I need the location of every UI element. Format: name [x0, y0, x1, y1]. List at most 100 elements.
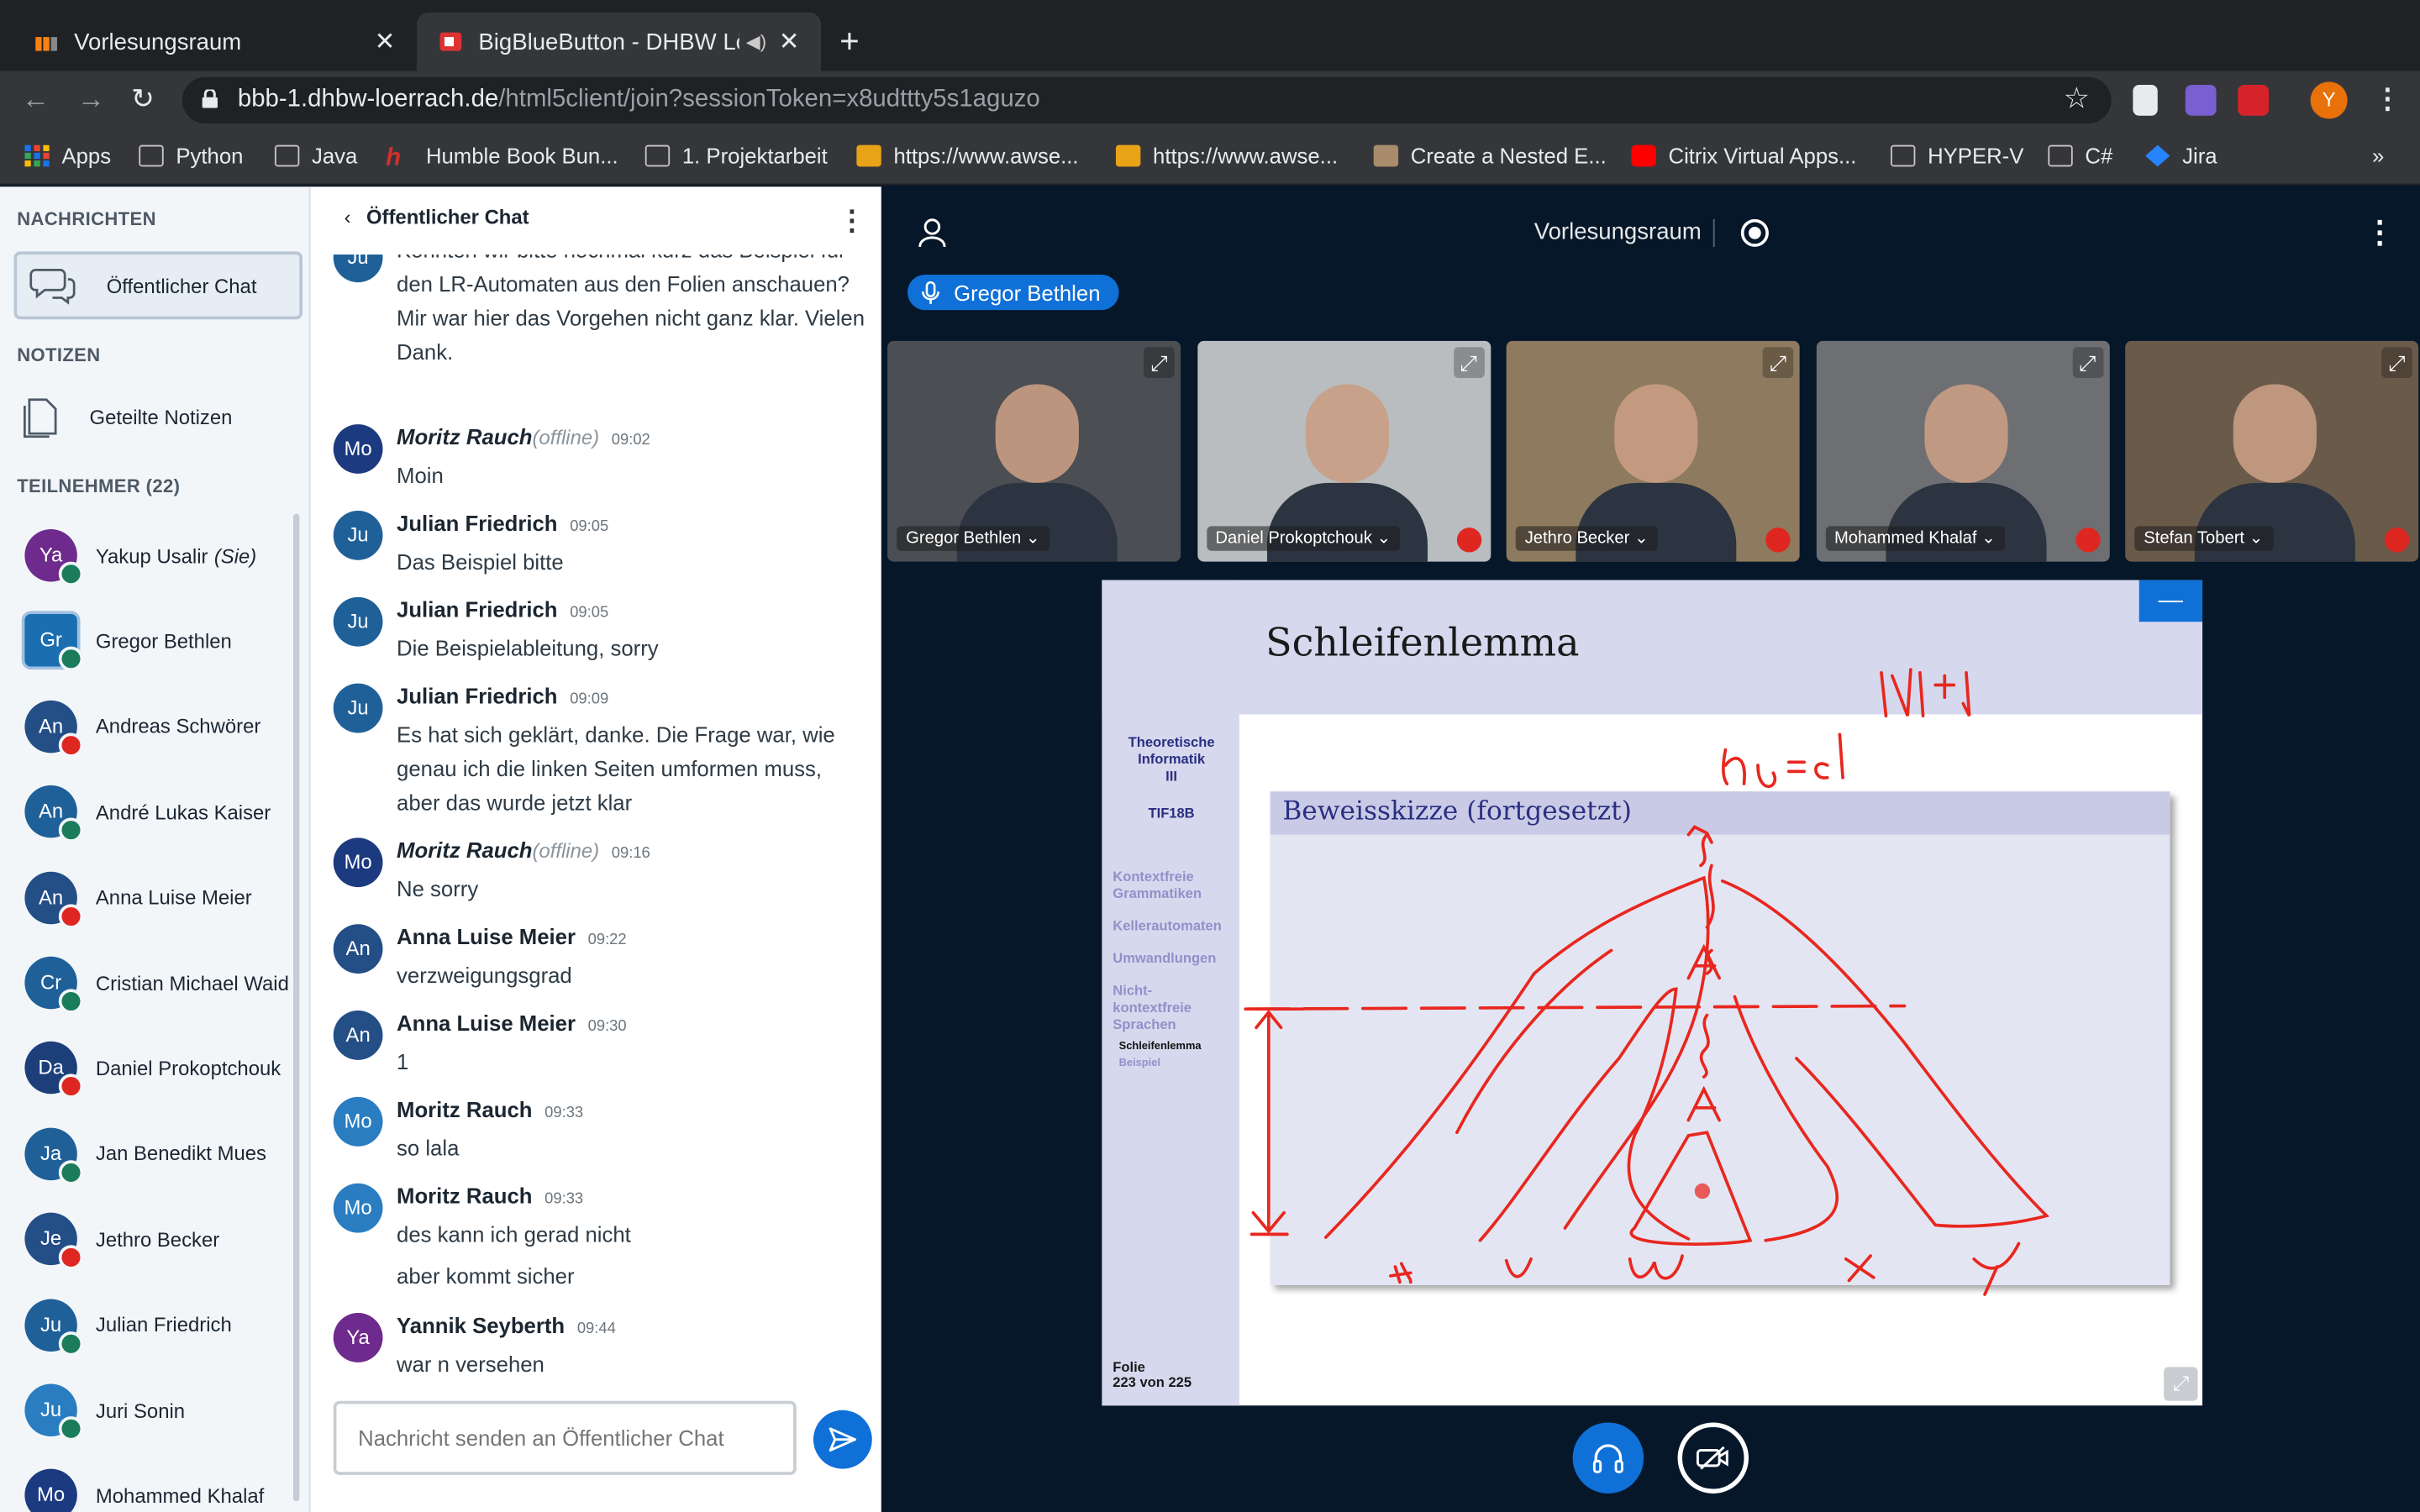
- url-input[interactable]: bbb-1.dhbw-loerrach.de/html5client/join?…: [182, 76, 2112, 123]
- extension-doc-icon[interactable]: [2133, 85, 2158, 116]
- bookmark-label: Java: [312, 143, 358, 169]
- bookmark-nested[interactable]: Create a Nested E...: [1373, 144, 1607, 168]
- address-toolbar: ← → ↻ bbb-1.dhbw-loerrach.de/html5client…: [0, 71, 2420, 130]
- message-time: 09:33: [544, 1190, 584, 1209]
- bookmark-java[interactable]: Java: [274, 143, 358, 169]
- close-tab-icon[interactable]: ✕: [779, 26, 800, 57]
- chevron-down-icon: ⌄: [2244, 529, 2264, 549]
- audio-button[interactable]: [1572, 1422, 1644, 1494]
- bookmark-projektarbeit[interactable]: 1. Projektarbeit: [644, 144, 828, 168]
- back-arrow-icon[interactable]: ←: [22, 83, 50, 116]
- bookmark-hyperv[interactable]: HYPER-V: [1891, 144, 2023, 168]
- bookmark-star-icon[interactable]: ☆: [2064, 81, 2090, 117]
- participant-item[interactable]: Cr Cristian Michael Waid: [24, 949, 299, 1017]
- expand-video-icon[interactable]: ⤢: [2381, 347, 2412, 378]
- message-text: war n versehen: [397, 1351, 544, 1377]
- minimize-presentation-button[interactable]: —: [2139, 580, 2203, 622]
- shared-notes-item[interactable]: Geteilte Notizen: [22, 393, 233, 439]
- userlist-scrollbar[interactable]: [292, 513, 300, 1502]
- new-tab-button[interactable]: +: [839, 22, 860, 62]
- tab-bigbluebutton[interactable]: BigBlueButton - DHBW Lör ◀) ✕: [416, 12, 822, 71]
- webcam-person: [2233, 384, 2317, 483]
- participant-avatar: An: [24, 785, 84, 843]
- aws-box-icon: [1115, 144, 1141, 167]
- webcam-name-label[interactable]: Mohammed Khalaf ⌄: [1824, 526, 2006, 551]
- options-kebab-icon[interactable]: ⋮: [2365, 213, 2396, 251]
- participant-avatar: Mo: [24, 1469, 77, 1512]
- webcam-tile[interactable]: Jethro Becker ⌄ ⤢: [1506, 340, 1800, 562]
- extension-red-icon[interactable]: [2238, 85, 2269, 116]
- participant-item[interactable]: An Anna Luise Meier: [24, 864, 299, 932]
- participant-item[interactable]: Ju Juri Sonin: [24, 1376, 299, 1444]
- reload-icon[interactable]: ↻: [131, 83, 155, 116]
- sender-name: Julian Friedrich: [397, 596, 558, 622]
- expand-video-icon[interactable]: ⤢: [1762, 347, 1794, 378]
- sender-name: Yannik Seyberth: [397, 1313, 566, 1338]
- jira-icon: [2145, 144, 2170, 167]
- public-chat-item[interactable]: Öffentlicher Chat: [13, 251, 303, 320]
- bookmarks-overflow[interactable]: »: [2372, 144, 2384, 168]
- tab-vorlesungsraum[interactable]: Vorlesungsraum ✕: [13, 13, 417, 71]
- participant-item[interactable]: Ju Julian Friedrich: [24, 1291, 299, 1359]
- bookmark-csharp[interactable]: C#: [2048, 144, 2112, 168]
- webcam-name-label[interactable]: Jethro Becker ⌄: [1515, 526, 1658, 551]
- webcam-tile[interactable]: Daniel Prokoptchouk ⌄ ⤢: [1197, 340, 1491, 562]
- chat-message-input[interactable]: [333, 1400, 797, 1475]
- chevron-down-icon: ⌄: [1371, 529, 1392, 549]
- webcam-name-label[interactable]: Stefan Tobert ⌄: [2134, 526, 2273, 551]
- participant-avatar: An: [24, 871, 84, 928]
- participant-item[interactable]: An Andreas Schwörer: [24, 692, 299, 760]
- record-indicator-icon[interactable]: [1740, 218, 1769, 247]
- bookmark-jira[interactable]: Jira: [2145, 144, 2217, 168]
- message-avatar: An: [333, 924, 383, 974]
- webcam-tile[interactable]: Mohammed Khalaf ⌄ ⤢: [1815, 340, 2109, 562]
- listen-only-headphones-icon: [58, 647, 84, 672]
- participant-item[interactable]: Je Jethro Becker: [24, 1205, 299, 1273]
- avatar-initials: Ya: [39, 543, 63, 567]
- profile-avatar[interactable]: Y: [2310, 81, 2348, 119]
- camera-button[interactable]: [1677, 1422, 1749, 1494]
- webcam-name-label[interactable]: Gregor Bethlen ⌄: [897, 526, 1050, 551]
- webcam-person: [1614, 384, 1698, 483]
- participant-item[interactable]: Da Daniel Prokoptchouk: [24, 1034, 299, 1102]
- chat-options-icon[interactable]: ⋮: [838, 205, 865, 238]
- bookmark-python[interactable]: Python: [139, 144, 243, 168]
- bookmark-aws-1[interactable]: https://www.awse...: [856, 144, 1079, 168]
- webcam-name-label[interactable]: Daniel Prokoptchouk ⌄: [1206, 526, 1401, 551]
- forward-arrow-icon[interactable]: →: [77, 83, 105, 116]
- bookmark-citrix[interactable]: Citrix Virtual Apps...: [1631, 144, 1856, 168]
- sender-name: Moritz Rauch: [397, 1096, 533, 1122]
- participant-item[interactable]: An André Lukas Kaiser: [24, 778, 299, 846]
- message-time: 09:30: [587, 1018, 627, 1036]
- close-tab-icon[interactable]: ✕: [375, 26, 396, 57]
- participant-item[interactable]: Ya Yakup Usalir (Sie): [24, 522, 299, 590]
- speaker-icon[interactable]: ◀): [746, 31, 766, 53]
- bookmark-label: HYPER-V: [1928, 143, 2024, 169]
- webcam-tile[interactable]: Stefan Tobert ⌄ ⤢: [2125, 340, 2419, 562]
- participant-name-text: Juri Sonin: [95, 1399, 186, 1422]
- avatar-initials: Je: [39, 1226, 62, 1251]
- webcam-name: Gregor Bethlen: [906, 529, 1022, 549]
- participant-name-text: André Lukas Kaiser: [95, 800, 271, 824]
- avatar-initials: Gr: [39, 628, 62, 652]
- offline-label: (offline): [532, 425, 600, 449]
- send-button[interactable]: [813, 1410, 872, 1469]
- bookmark-apps[interactable]: Apps: [24, 144, 111, 168]
- chat-message-list: Ju Könnten wir bitte nochmal kurz das Bei…: [310, 255, 873, 1381]
- chrome-menu-icon[interactable]: ⋮: [2374, 83, 2402, 116]
- extension-purple-icon[interactable]: [2185, 85, 2217, 116]
- bookmark-humble[interactable]: h Humble Book Bun...: [386, 144, 618, 171]
- muted-microphone-icon: [1765, 528, 1791, 553]
- user-icon[interactable]: [918, 218, 946, 249]
- expand-video-icon[interactable]: ⤢: [1453, 347, 1485, 378]
- chat-back-button[interactable]: ‹ Öffentlicher Chat: [345, 205, 529, 228]
- expand-video-icon[interactable]: ⤢: [1144, 347, 1175, 378]
- avatar-initials: An: [39, 885, 64, 909]
- participant-item[interactable]: Mo Mohammed Khalaf: [24, 1462, 299, 1512]
- webcam-tile[interactable]: Gregor Bethlen ⌄ ⤢: [887, 340, 1181, 562]
- expand-video-icon[interactable]: ⤢: [2071, 347, 2103, 378]
- participant-item[interactable]: Ja Jan Benedikt Mues: [24, 1120, 299, 1188]
- bookmark-aws-2[interactable]: https://www.awse...: [1115, 144, 1338, 168]
- message-text: Die Beispielableitung, sorry: [397, 635, 659, 661]
- participant-item[interactable]: Gr Gregor Bethlen: [24, 607, 299, 675]
